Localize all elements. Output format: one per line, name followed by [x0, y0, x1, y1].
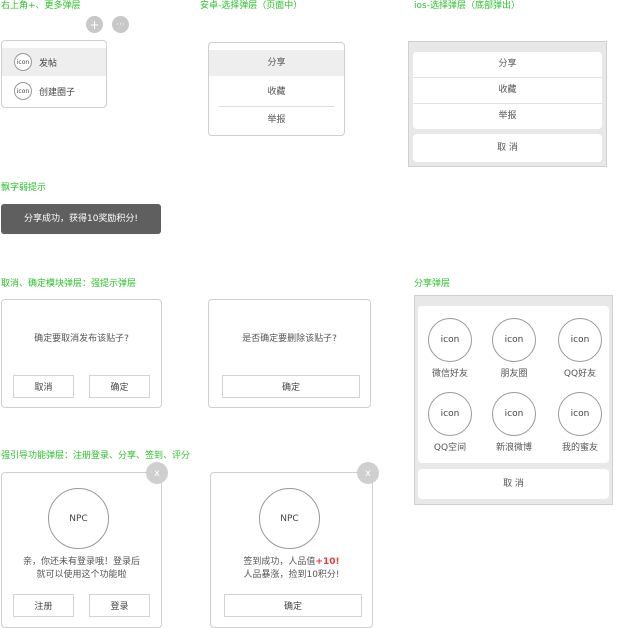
- guide-dialog-signin: NPC 签到成功，人品值+10! 人品暴涨，捡到10积分! 确定: [210, 472, 373, 628]
- post-icon: icon: [14, 53, 32, 71]
- android-option-favorite[interactable]: 收藏: [209, 79, 344, 105]
- guide-message-line1: 亲，你还未有登录哦！登录后: [22, 557, 140, 567]
- guide-message-line2: 就可以使用这个功能啦: [36, 570, 127, 580]
- npc-avatar: NPC: [259, 488, 320, 549]
- share-cancel-button[interactable]: 取 消: [418, 469, 609, 499]
- share-option-wechat-friend[interactable]: icon 微信好友: [418, 318, 482, 379]
- share-option-weibo[interactable]: icon 新浪微博: [482, 392, 546, 453]
- android-option-share[interactable]: 分享: [209, 50, 344, 76]
- dialog-message: 是否确定要删除该贴子?: [242, 334, 337, 344]
- dialog-message: 确定要取消发布该贴子?: [34, 334, 129, 344]
- create-circle-icon: icon: [14, 82, 32, 100]
- register-button[interactable]: 注册: [13, 594, 74, 617]
- share-option-label: 我的蜜友: [561, 443, 598, 453]
- login-button[interactable]: 登录: [89, 594, 150, 617]
- menu-item-create-circle[interactable]: icon 创建圈子: [2, 77, 106, 105]
- qzone-icon: icon: [428, 392, 472, 436]
- top-right-dropdown-menu: icon 发帖 icon 创建圈子: [1, 40, 107, 108]
- signin-text: 签到成功，人品值: [243, 557, 316, 567]
- confirm-button[interactable]: 确定: [224, 594, 362, 617]
- plus-icon[interactable]: +: [86, 16, 103, 33]
- android-option-report[interactable]: 举报: [209, 107, 344, 133]
- weibo-icon: icon: [492, 392, 536, 436]
- section-title-ios-select: ios-选择弹层（底部弹出）: [414, 1, 520, 11]
- points-highlight: +10!: [315, 557, 340, 567]
- share-sheet: icon 微信好友 icon 朋友圈 icon QQ好友 icon QQ空间 i…: [414, 295, 613, 505]
- share-option-label: QQ好友: [563, 369, 597, 379]
- menu-item-post[interactable]: icon 发帖: [2, 48, 106, 76]
- section-title-android-select: 安卓-选择弹层（页面中）: [200, 1, 303, 11]
- menu-item-label: 发帖: [39, 59, 58, 69]
- close-icon[interactable]: x: [357, 462, 379, 484]
- confirm-dialog-delete-post: 是否确定要删除该贴子? 确定: [208, 299, 371, 408]
- section-title-guide: 强引导功能弹层：注册登录、分享、签到、评分: [1, 451, 191, 461]
- section-title-share: 分享弹层: [414, 279, 451, 289]
- ios-cancel-button[interactable]: 取 消: [413, 134, 602, 162]
- toast-message: 分享成功，获得10奖励积分!: [1, 204, 161, 234]
- qq-icon: icon: [558, 318, 602, 362]
- share-option-moments[interactable]: icon 朋友圈: [482, 318, 546, 379]
- share-option-label: QQ空间: [433, 443, 467, 453]
- share-option-label: 新浪微博: [495, 443, 532, 453]
- mibuddy-icon: icon: [558, 392, 602, 436]
- cancel-button[interactable]: 取消: [13, 375, 74, 398]
- moments-icon: icon: [492, 318, 536, 362]
- share-option-qq-friend[interactable]: icon QQ好友: [546, 318, 610, 379]
- confirm-button[interactable]: 确定: [222, 375, 360, 398]
- ios-option-favorite[interactable]: 收藏: [413, 78, 602, 103]
- ios-select-sheet: 分享 收藏 举报 取 消: [408, 41, 607, 167]
- npc-avatar: NPC: [48, 488, 109, 549]
- ios-options-group: 分享 收藏 举报: [413, 52, 602, 129]
- guide-message-line2: 人品暴涨，捡到10积分!: [243, 570, 340, 580]
- ios-option-share[interactable]: 分享: [413, 52, 602, 77]
- android-select-sheet: 分享 收藏 举报: [208, 42, 345, 136]
- ios-option-report[interactable]: 举报: [413, 104, 602, 129]
- menu-item-label: 创建圈子: [39, 88, 76, 98]
- section-title-confirm: 取消、确定模块弹层：强提示弹层: [1, 279, 137, 289]
- more-icon[interactable]: ···: [112, 16, 129, 33]
- share-option-label: 朋友圈: [500, 369, 528, 379]
- confirm-button[interactable]: 确定: [89, 375, 150, 398]
- share-option-qzone[interactable]: icon QQ空间: [418, 392, 482, 453]
- wechat-icon: icon: [428, 318, 472, 362]
- close-icon[interactable]: x: [146, 462, 168, 484]
- guide-message-line1: 签到成功，人品值+10!: [211, 556, 372, 569]
- share-option-mibuddy[interactable]: icon 我的蜜友: [546, 392, 610, 453]
- guide-dialog-login: NPC 亲，你还未有登录哦！登录后 就可以使用这个功能啦 注册 登录: [1, 472, 162, 628]
- section-title-toast: 飘字弱提示: [1, 183, 47, 193]
- share-options-panel: icon 微信好友 icon 朋友圈 icon QQ好友 icon QQ空间 i…: [418, 306, 609, 463]
- share-option-label: 微信好友: [431, 369, 468, 379]
- section-title-top-right-menu: 右上角+、更多弹层: [1, 1, 81, 11]
- confirm-dialog-cancel-post: 确定要取消发布该贴子? 取消 确定: [1, 299, 162, 408]
